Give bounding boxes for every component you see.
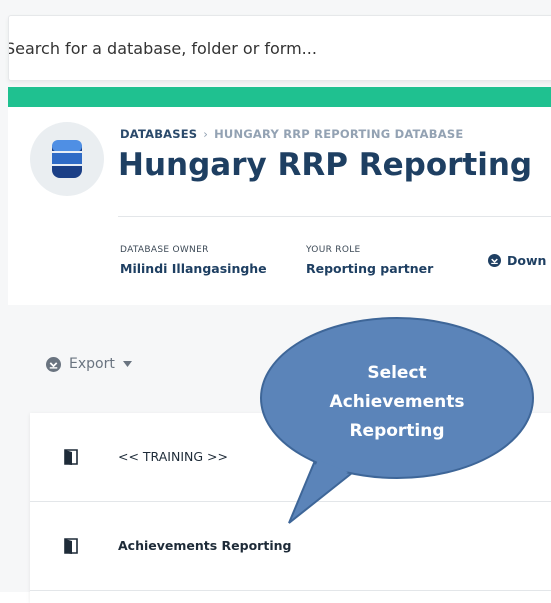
download-label: Down: [507, 253, 547, 268]
list-item-label: Achievements Reporting: [118, 538, 292, 553]
caret-down-icon: [122, 361, 132, 367]
breadcrumb-current: HUNGARY RRP REPORTING DATABASE: [214, 127, 464, 141]
form-icon: [64, 449, 78, 465]
list-item-label: << TRAINING >>: [118, 449, 228, 464]
database-avatar: [30, 122, 104, 196]
owner-value: Milindi Illangasinghe: [120, 261, 267, 276]
owner-label: DATABASE OWNER: [120, 245, 209, 255]
export-label: Export: [69, 356, 115, 372]
breadcrumb: DATABASES › HUNGARY RRP REPORTING DATABASE: [120, 127, 463, 141]
callout-line: Achievements: [329, 392, 465, 412]
download-link[interactable]: Down: [488, 253, 546, 268]
header-divider: [118, 216, 551, 217]
list-item[interactable]: Achievements Reporting: [30, 502, 551, 591]
export-button[interactable]: Export: [46, 356, 132, 372]
download-circle-icon: [488, 254, 501, 267]
page-title: Hungary RRP Reporting: [118, 147, 533, 183]
callout-line: Reporting: [349, 421, 445, 441]
callout-text: Select Achievements Reporting: [318, 359, 476, 446]
breadcrumb-databases[interactable]: DATABASES: [120, 127, 197, 141]
breadcrumb-separator: ›: [203, 127, 209, 141]
download-circle-icon: [46, 356, 61, 372]
role-value: Reporting partner: [306, 261, 434, 276]
role-label: YOUR ROLE: [306, 245, 361, 255]
database-header: DATABASES › HUNGARY RRP REPORTING DATABASE…: [8, 107, 551, 305]
app-frame: DATABASES › HUNGARY RRP REPORTING DATABASE…: [0, 0, 551, 603]
database-icon: [52, 140, 82, 178]
accent-bar: [8, 87, 551, 107]
form-icon: [64, 538, 78, 554]
search-input[interactable]: [9, 34, 545, 62]
search-bar: [8, 15, 551, 81]
callout-line: Select: [367, 363, 427, 383]
